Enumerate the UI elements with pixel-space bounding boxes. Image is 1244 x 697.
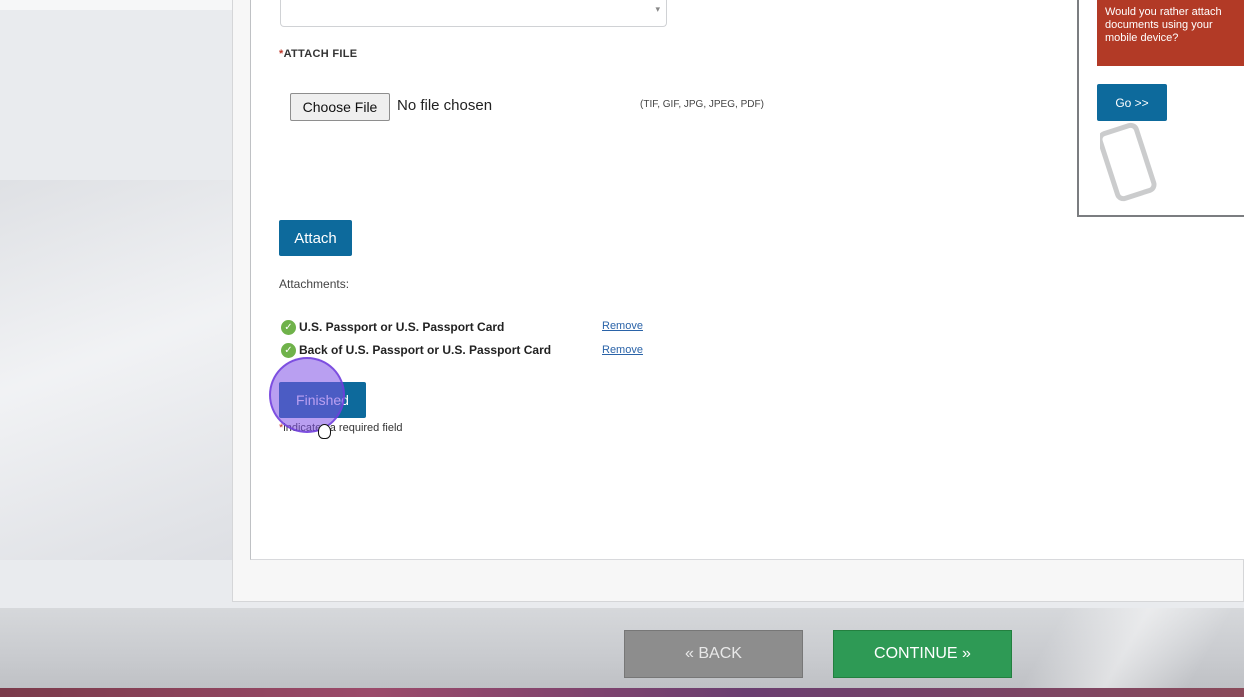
required-note-text: indicates a required field — [283, 422, 403, 434]
back-button[interactable]: « BACK — [624, 630, 803, 678]
attach-button[interactable]: Attach — [279, 220, 352, 256]
list-item: ✓ Back of U.S. Passport or U.S. Passport… — [281, 341, 551, 359]
continue-button[interactable]: CONTINUE » — [833, 630, 1012, 678]
attach-file-label: *ATTACH FILE — [279, 48, 357, 60]
required-field-note: *indicates a required field — [279, 422, 403, 434]
phone-icon — [1100, 122, 1157, 202]
list-item: ✓ U.S. Passport or U.S. Passport Card — [281, 318, 504, 336]
footer-decoration — [1010, 608, 1244, 688]
mobile-upload-prompt: Would you rather attach documents using … — [1105, 6, 1222, 44]
background-decoration — [0, 180, 260, 560]
bottom-taskbar-strip — [0, 688, 1244, 697]
attach-file-label-text: ATTACH FILE — [283, 48, 358, 60]
remove-attachment-link[interactable]: Remove — [602, 320, 643, 332]
choose-file-button[interactable]: Choose File — [290, 93, 390, 121]
attachment-name: Back of U.S. Passport or U.S. Passport C… — [299, 343, 552, 357]
attachment-name: U.S. Passport or U.S. Passport Card — [299, 320, 505, 334]
mouse-cursor-icon — [318, 424, 331, 439]
file-status-text: No file chosen — [397, 97, 493, 114]
allowed-file-types: (TIF, GIF, JPG, JPEG, PDF) — [640, 99, 764, 110]
go-button[interactable]: Go >> — [1097, 84, 1167, 121]
document-type-select[interactable]: ▾ — [280, 0, 667, 27]
check-circle-icon: ✓ — [281, 319, 296, 335]
remove-attachment-link[interactable]: Remove — [602, 344, 643, 356]
attachments-label: Attachments: — [279, 277, 350, 291]
finished-button[interactable]: Finished — [279, 382, 366, 418]
check-circle-icon: ✓ — [281, 342, 296, 358]
chevron-down-icon: ▾ — [655, 4, 660, 14]
